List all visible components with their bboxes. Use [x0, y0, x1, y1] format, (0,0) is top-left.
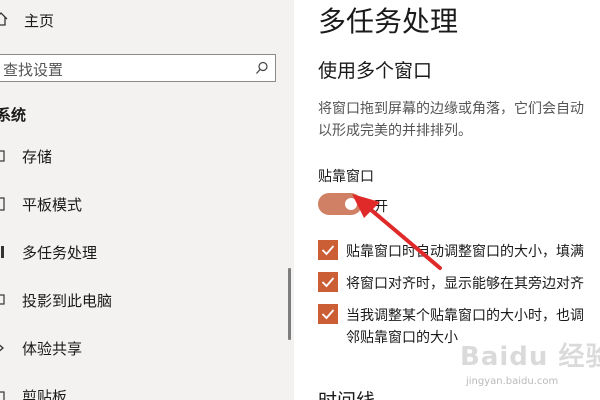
checkbox-autosize[interactable]: [318, 240, 338, 260]
sidebar-section-title: 系统: [0, 106, 27, 124]
description-line: 将窗口拖到屏幕的边缘或角落，它们会自动: [318, 101, 584, 117]
checkmark-icon: [321, 245, 335, 256]
sidebar-item-shared-experiences[interactable]: 体验共享: [0, 334, 280, 362]
multitasking-icon: [1, 246, 4, 258]
home-icon: [0, 12, 8, 26]
page-title: 多任务处理: [318, 5, 459, 38]
sidebar-item-label: 平板模式: [22, 196, 83, 214]
checkbox-label: 将窗口对齐时，显示能够在其旁边对齐: [346, 273, 584, 295]
checkbox-resize-adjacent[interactable]: [318, 304, 338, 324]
search-input[interactable]: 查找设置: [0, 54, 276, 82]
timeline-section-title: 时间线: [318, 386, 375, 400]
nav-home-label: 主页: [24, 12, 55, 30]
projecting-icon: [0, 294, 5, 305]
checkbox-show-snap[interactable]: [318, 272, 338, 292]
description-line: 以形成完美的并排排列。: [318, 123, 472, 139]
toggle-knob: [345, 198, 357, 210]
checkbox-label-line: 贴靠窗口时自动调整窗口的大小，填满: [346, 244, 584, 260]
sidebar-item-label: 剪贴板: [22, 388, 68, 400]
settings-sidebar: 主页 查找设置 系统 存储 平板模式 多任务处理 投影到此电脑 体验共享 剪贴板: [0, 0, 294, 400]
nav-home[interactable]: 主页: [0, 6, 200, 34]
sidebar-item-clipboard[interactable]: 剪贴板: [0, 382, 280, 400]
search-placeholder: 查找设置: [3, 61, 64, 79]
section-description: 将窗口拖到屏幕的边缘或角落，它们会自动 以形成完美的并排排列。: [318, 98, 600, 142]
tablet-mode-icon: [0, 197, 5, 211]
sidebar-item-label: 体验共享: [22, 340, 83, 358]
checkmark-icon: [321, 309, 335, 320]
checkbox-label-line: 将窗口对齐时，显示能够在其旁边对齐: [346, 276, 584, 292]
clipboard-icon: [0, 391, 5, 400]
checkbox-label: 贴靠窗口时自动调整窗口的大小，填满: [346, 241, 584, 263]
watermark-url: jingyan.baidu.com: [466, 376, 559, 387]
sidebar-item-label: 多任务处理: [22, 244, 98, 262]
storage-icon: [0, 150, 5, 162]
shared-experiences-icon: [0, 344, 5, 352]
sidebar-item-projecting[interactable]: 投影到此电脑: [0, 286, 280, 314]
checkmark-icon: [321, 277, 335, 288]
checkbox-label-line: 当我调整某个贴靠窗口的大小时，也调: [346, 308, 584, 324]
sidebar-scrollbar[interactable]: [288, 268, 291, 340]
snap-windows-toggle[interactable]: [318, 193, 362, 215]
snap-windows-label: 贴靠窗口: [318, 169, 374, 185]
sidebar-item-tablet-mode[interactable]: 平板模式: [0, 190, 280, 218]
watermark-brand: Baidu 经验: [460, 342, 600, 372]
search-icon[interactable]: [255, 61, 269, 75]
toggle-state-text: 开: [374, 199, 388, 215]
sidebar-item-multitasking[interactable]: 多任务处理: [0, 238, 280, 266]
sidebar-item-storage[interactable]: 存储: [0, 142, 280, 170]
sidebar-item-label: 投影到此电脑: [22, 292, 113, 310]
sidebar-item-label: 存储: [22, 148, 53, 166]
section-subtitle: 使用多个窗口: [318, 60, 433, 82]
baidu-watermark: Baidu 经验 jingyan.baidu.com: [460, 336, 600, 400]
